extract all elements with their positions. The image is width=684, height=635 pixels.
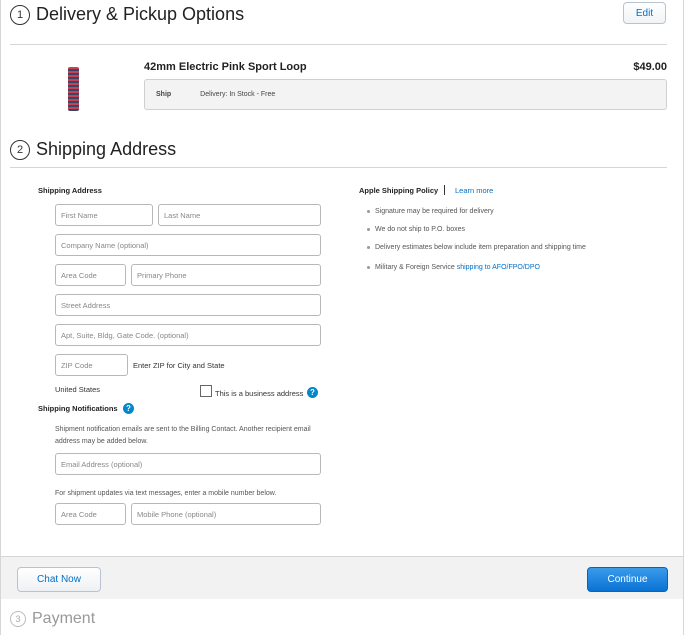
step-delivery-heading: 1 Delivery & Pickup Options bbox=[10, 4, 244, 25]
policy-item: We do not ship to P.O. boxes bbox=[367, 226, 465, 233]
product-name: 42mm Electric Pink Sport Loop bbox=[144, 61, 307, 73]
policy-item: Delivery estimates below include item pr… bbox=[367, 244, 586, 251]
step-number-badge: 1 bbox=[10, 4, 30, 25]
policy-item: Signature may be required for delivery bbox=[367, 208, 494, 215]
notification-email-input[interactable]: Email Address (optional) bbox=[55, 453, 321, 475]
step-payment-heading: 3 Payment bbox=[10, 610, 95, 628]
edit-delivery-button[interactable]: Edit bbox=[623, 2, 666, 24]
business-address-checkbox[interactable] bbox=[200, 385, 212, 397]
country-label: United States bbox=[55, 385, 101, 394]
step-number-badge: 2 bbox=[10, 139, 30, 160]
sport-loop-band-image bbox=[68, 67, 79, 111]
step-title: Payment bbox=[32, 610, 96, 627]
continue-button[interactable]: Continue bbox=[587, 567, 668, 592]
divider bbox=[10, 167, 667, 168]
mobile-phone-input[interactable]: Mobile Phone (optional) bbox=[131, 503, 321, 525]
bullet-icon bbox=[367, 245, 370, 249]
bullet-icon bbox=[367, 209, 370, 213]
action-bar: Chat Now Continue bbox=[1, 556, 683, 599]
step-title: Delivery & Pickup Options bbox=[36, 4, 245, 24]
apt-suite-input[interactable]: Apt, Suite, Bldg, Gate Code. (optional) bbox=[55, 324, 321, 346]
policy-item: Military & Foreign Service shipping to A… bbox=[367, 264, 540, 271]
notifications-help-icon[interactable]: ? bbox=[123, 403, 134, 414]
step-number-badge: 3 bbox=[10, 611, 26, 627]
policy-item-text: We do not ship to P.O. boxes bbox=[375, 226, 466, 233]
step-shipping-heading: 2 Shipping Address bbox=[10, 139, 176, 160]
policy-item-text: Military & Foreign Service bbox=[375, 264, 455, 271]
first-name-input[interactable]: First Name bbox=[55, 204, 153, 226]
shipping-address-label: Shipping Address bbox=[38, 186, 102, 195]
last-name-input[interactable]: Last Name bbox=[158, 204, 321, 226]
military-shipping-link[interactable]: shipping to AFO/FPO/DPO bbox=[457, 264, 540, 271]
business-address-label: This is a business address bbox=[215, 389, 304, 398]
learn-more-link[interactable]: Learn more bbox=[455, 186, 493, 195]
ship-info-box: Ship Delivery: In Stock - Free bbox=[144, 79, 667, 110]
email-note: Shipment notification emails are sent to… bbox=[55, 426, 311, 445]
shipping-notifications-label: Shipping Notifications bbox=[38, 404, 118, 413]
street-address-input[interactable]: Street Address bbox=[55, 294, 321, 316]
separator bbox=[444, 185, 445, 195]
policy-item-text: Signature may be required for delivery bbox=[375, 208, 494, 215]
divider bbox=[10, 44, 667, 45]
bullet-icon bbox=[367, 265, 370, 269]
ship-label: Ship bbox=[156, 91, 172, 98]
primary-phone-input[interactable]: Primary Phone bbox=[131, 264, 321, 286]
ship-value: Delivery: In Stock - Free bbox=[200, 91, 276, 98]
bullet-icon bbox=[367, 227, 370, 231]
policy-item-text: Delivery estimates below include item pr… bbox=[375, 244, 586, 251]
business-help-icon[interactable]: ? bbox=[307, 387, 318, 398]
mobile-area-code-input[interactable]: Area Code bbox=[55, 503, 126, 525]
zip-code-input[interactable]: ZIP Code bbox=[55, 354, 128, 376]
area-code-input[interactable]: Area Code bbox=[55, 264, 126, 286]
zip-hint: Enter ZIP for City and State bbox=[133, 361, 225, 370]
step-title: Shipping Address bbox=[36, 139, 177, 159]
product-price: $49.00 bbox=[633, 61, 667, 73]
sms-note: For shipment updates via text messages, … bbox=[55, 490, 277, 497]
shipping-policy-title: Apple Shipping Policy bbox=[359, 186, 439, 195]
chat-now-button[interactable]: Chat Now bbox=[17, 567, 101, 592]
company-name-input[interactable]: Company Name (optional) bbox=[55, 234, 321, 256]
